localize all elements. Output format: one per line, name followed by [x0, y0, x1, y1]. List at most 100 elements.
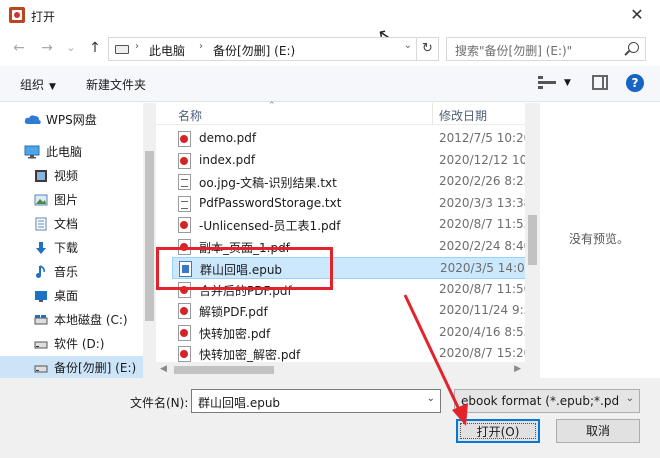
change-view-icon[interactable] — [538, 76, 556, 90]
file-type-value: ebook format (*.epub;*.pdf;* — [461, 394, 619, 408]
address-bar[interactable]: › 此电脑 › 备份[勿删] (E:) ⌄ ↻ — [108, 37, 439, 61]
window-title: 打开 — [31, 10, 56, 24]
preview-pane-icon[interactable] — [592, 75, 608, 90]
sidebar-item-label: 视频 — [54, 169, 79, 183]
file-row[interactable]: 解锁PDF.pdf 2020/11/24 9:5 — [172, 300, 540, 322]
scroll-left-icon[interactable]: ◀ — [160, 364, 167, 374]
sidebar-item-label: 音乐 — [54, 265, 79, 279]
open-button-label: 打开(O) — [460, 423, 536, 439]
command-toolbar: 组织 ▼ 新建文件夹 ▼ ? — [0, 66, 660, 102]
up-folder-icon[interactable]: ↑ — [86, 38, 104, 58]
file-name: index.pdf — [199, 152, 256, 167]
help-icon[interactable]: ? — [626, 74, 644, 92]
back-icon[interactable]: ← — [10, 38, 28, 58]
scrollbar-thumb[interactable] — [145, 151, 154, 321]
search-placeholder: 搜索"备份[勿删] (E:)" — [455, 44, 573, 58]
close-button[interactable]: ✕ — [614, 0, 660, 31]
file-row[interactable]: -Unlicensed-员工表1.pdf 2020/8/7 11:53 — [172, 214, 540, 236]
breadcrumb-this-pc[interactable]: 此电脑 — [149, 42, 185, 59]
breadcrumb-separator: › — [135, 41, 139, 52]
sidebar-item-drive-c[interactable]: 本地磁盘 (C:) — [0, 308, 150, 332]
organize-button[interactable]: 组织 ▼ — [20, 76, 56, 93]
sidebar-item-label: 本地磁盘 (C:) — [54, 313, 128, 327]
filename-value: 群山回唱.epub — [198, 396, 281, 410]
file-type-filter[interactable]: ebook format (*.epub;*.pdf;* ⌄ — [454, 389, 640, 413]
sidebar-item-label: 此电脑 — [46, 145, 83, 159]
address-dropdown-icon[interactable]: ⌄ — [404, 40, 412, 51]
desktop-icon — [35, 291, 47, 302]
filename-label: 文件名(N): — [130, 396, 189, 410]
txt-file-icon — [178, 174, 191, 190]
sidebar-item-this-pc[interactable]: 此电脑 — [0, 140, 150, 164]
file-name: demo.pdf — [199, 131, 257, 145]
breadcrumb-separator: › — [199, 41, 203, 52]
sidebar-item-drive-e[interactable]: 备份[勿删] (E:) — [0, 356, 150, 380]
documents-folder-icon — [35, 217, 47, 231]
file-row[interactable]: oo.jpg-文稿-识别结果.txt 2020/2/26 8:23 — [172, 171, 540, 193]
pdf-file-icon — [178, 324, 191, 341]
drive-icon — [34, 315, 48, 325]
sidebar-item-videos[interactable]: 视频 — [0, 164, 150, 188]
filter-dropdown-icon[interactable]: ⌄ — [626, 393, 634, 404]
file-row[interactable]: index.pdf 2020/12/12 10: — [172, 150, 540, 172]
open-button[interactable]: 打开(O) — [456, 419, 540, 443]
cancel-button[interactable]: 取消 — [556, 419, 640, 443]
recent-locations-icon[interactable]: ⌄ — [62, 38, 80, 58]
open-file-dialog: 打开 ✕ ↖ ← → ⌄ ↑ › 此电脑 › 备份[勿删] (E:) ⌄ ↻ 搜… — [0, 0, 660, 458]
sort-caret-icon: ⌃ — [268, 101, 276, 111]
search-icon[interactable] — [628, 42, 639, 53]
sidebar-item-documents[interactable]: 文档 — [0, 212, 150, 236]
computer-icon — [24, 145, 40, 159]
file-row[interactable]: PdfPasswordStorage.txt 2020/3/3 13:38 — [172, 193, 540, 215]
file-row[interactable]: 快转加密.pdf 2020/4/16 8:53 — [172, 322, 540, 344]
column-name-header[interactable]: 名称 — [178, 107, 202, 124]
scroll-right-icon[interactable]: ▶ — [514, 364, 521, 374]
new-folder-button[interactable]: 新建文件夹 — [86, 76, 146, 93]
preview-pane: 没有预览。 — [541, 103, 660, 378]
refresh-icon[interactable]: ↻ — [416, 38, 438, 60]
file-list-scrollbar[interactable] — [525, 103, 540, 378]
cloud-icon — [24, 115, 41, 124]
sidebar-item-downloads[interactable]: 下载 — [0, 236, 150, 260]
drive-icon — [34, 365, 48, 373]
file-name: 解锁PDF.pdf — [199, 305, 268, 319]
scrollbar-thumb[interactable] — [528, 215, 537, 265]
pdf-file-icon — [178, 217, 191, 233]
filename-dropdown-icon[interactable]: ⌄ — [427, 393, 435, 404]
file-name: 快转加密.pdf — [199, 326, 271, 341]
horizontal-scrollbar[interactable]: ◀ ▶ — [156, 362, 525, 378]
pdf-file-icon — [178, 131, 191, 147]
file-row[interactable]: demo.pdf 2012/7/5 10:20 — [172, 128, 540, 150]
organize-label: 组织 — [20, 78, 45, 92]
navigation-pane: WPS网盘 此电脑 视频 图片 文档 下载 音乐 桌面 本地磁盘 (C:) 软件… — [0, 103, 156, 380]
file-list-header: ⌃ 名称 修改日期 — [156, 101, 540, 125]
drive-icon — [34, 341, 48, 349]
file-name: -Unlicensed-员工表1.pdf — [199, 219, 341, 233]
address-row: ← → ⌄ ↑ › 此电脑 › 备份[勿删] (E:) ⌄ ↻ 搜索"备份[勿删… — [0, 34, 660, 62]
search-input[interactable]: 搜索"备份[勿删] (E:)" — [446, 37, 646, 61]
scrollbar-thumb[interactable] — [174, 366, 274, 374]
sidebar-item-music[interactable]: 音乐 — [0, 260, 150, 284]
view-options-caret-icon[interactable]: ▼ — [564, 78, 571, 88]
sidebar-item-label: 文档 — [54, 217, 79, 231]
navigation-scrollbar[interactable] — [143, 103, 156, 378]
forward-icon[interactable]: → — [38, 38, 56, 58]
breadcrumb-drive-e[interactable]: 备份[勿删] (E:) — [213, 42, 295, 59]
pdf-file-icon — [178, 152, 191, 169]
column-date-header[interactable]: 修改日期 — [439, 107, 487, 124]
pdf-file-icon — [178, 346, 191, 362]
dialog-footer: 文件名(N): 群山回唱.epub ⌄ ebook format (*.epub… — [0, 378, 660, 458]
sidebar-item-pictures[interactable]: 图片 — [0, 188, 150, 212]
file-name: oo.jpg-文稿-识别结果.txt — [199, 176, 337, 190]
sidebar-item-label: 下载 — [54, 241, 79, 255]
sidebar-item-label: 软件 (D:) — [54, 337, 105, 351]
sidebar-item-wps-cloud[interactable]: WPS网盘 — [0, 108, 150, 132]
app-icon — [9, 7, 25, 23]
sidebar-item-drive-d[interactable]: 软件 (D:) — [0, 332, 150, 356]
title-bar: 打开 ✕ — [0, 0, 660, 31]
filename-input[interactable]: 群山回唱.epub ⌄ — [191, 389, 441, 413]
sidebar-item-desktop[interactable]: 桌面 — [0, 284, 150, 308]
file-name: PdfPasswordStorage.txt — [199, 195, 342, 210]
column-divider[interactable] — [432, 103, 433, 125]
txt-file-icon — [178, 195, 191, 212]
